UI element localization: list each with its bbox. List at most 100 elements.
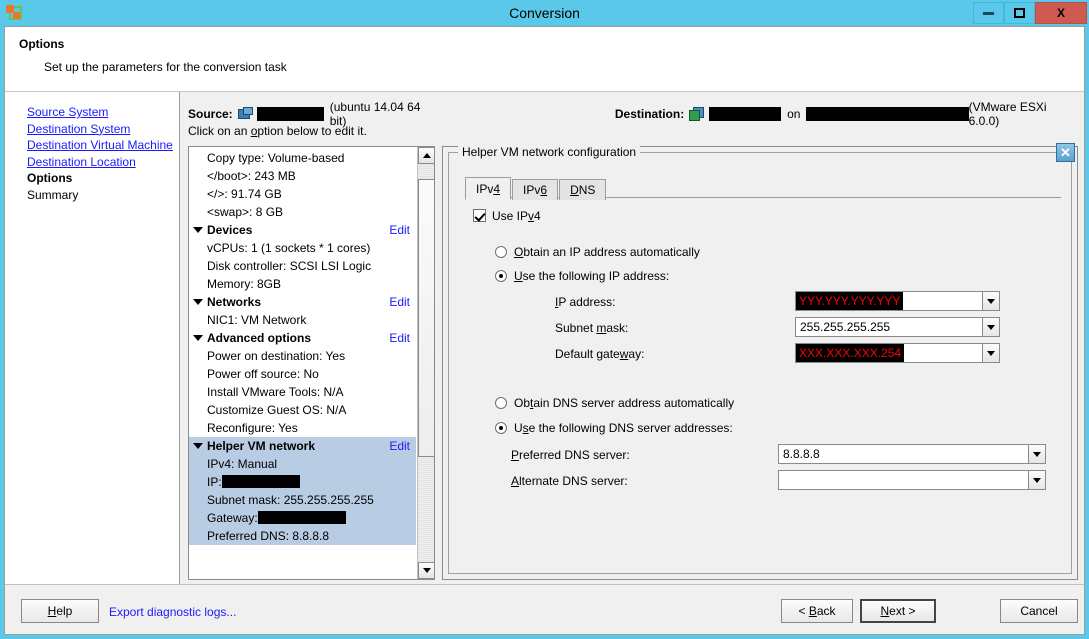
tree-leaf-row[interactable]: Subnet mask: 255.255.255.255 (189, 491, 416, 509)
minimize-button[interactable] (973, 2, 1004, 24)
cancel-button[interactable]: Cancel (1000, 599, 1078, 623)
triangle-expanded-icon[interactable] (193, 334, 203, 341)
tree-leaf-row[interactable]: NIC1: VM Network (189, 311, 416, 329)
tree-leaf-row[interactable]: IPv4: Manual (189, 455, 416, 473)
tree-group-row[interactable]: Helper VM network Edit (189, 437, 416, 455)
obtain-ip-auto-row[interactable]: Obtain an IP address automatically (495, 245, 700, 259)
preferred-dns-dropdown-arrow[interactable] (1028, 445, 1045, 463)
triangle-expanded-icon[interactable] (193, 298, 203, 305)
source-label: Source: (188, 107, 233, 121)
destination-name-redacted (708, 107, 782, 121)
sidebar-item-destination-virtual-machine[interactable]: Destination Virtual Machine (27, 137, 179, 154)
tree-leaf-row[interactable]: Preferred DNS: 8.8.8.8 (189, 527, 416, 545)
scroll-down-button[interactable] (418, 562, 434, 579)
subnet-mask-combo[interactable]: 255.255.255.255 (795, 317, 1000, 337)
edit-link[interactable]: Edit (389, 293, 410, 311)
tree-group-row[interactable]: Networks Edit (189, 293, 416, 311)
preferred-dns-combo[interactable]: 8.8.8.8 (778, 444, 1046, 464)
tree-row-label: Reconfigure: Yes (207, 421, 298, 435)
sidebar-item-destination-location[interactable]: Destination Location (27, 154, 179, 171)
scroll-up-button[interactable] (418, 147, 434, 164)
sidebar-item-destination-system[interactable]: Destination System (27, 121, 179, 138)
edit-hint: Click on an option below to edit it. (188, 124, 367, 138)
close-icon[interactable]: ✕ (1056, 143, 1075, 162)
tree-row-label: </>: 91.74 GB (207, 187, 282, 201)
tree-leaf-row[interactable]: IP: (189, 473, 416, 491)
tree-row-label: Power off source: No (207, 367, 319, 381)
tree-row-label: Customize Guest OS: N/A (207, 403, 347, 417)
tab-ipv6[interactable]: IPv6 (512, 179, 559, 200)
triangle-expanded-icon[interactable] (193, 226, 203, 233)
edit-link[interactable]: Edit (389, 221, 410, 239)
triangle-expanded-icon[interactable] (193, 442, 203, 449)
ip-address-combo[interactable]: YYY.YYY.YYY.YYY (795, 291, 1000, 311)
obtain-dns-auto-radio[interactable] (495, 397, 507, 409)
next-button[interactable]: Next > (860, 599, 936, 623)
obtain-dns-auto-row[interactable]: Obtain DNS server address automatically (495, 396, 734, 410)
alternate-dns-dropdown-arrow[interactable] (1028, 471, 1045, 489)
scrollbar-thumb[interactable] (418, 179, 434, 457)
obtain-ip-auto-radio[interactable] (495, 246, 507, 258)
tree-leaf-row[interactable]: Customize Guest OS: N/A (189, 401, 416, 419)
tab-dns[interactable]: DNS (559, 179, 607, 200)
footer-bar: Help Export diagnostic logs... < Back Ne… (5, 584, 1084, 634)
tree-row-label: Networks (207, 295, 262, 309)
options-tree-panel[interactable]: Copy type: Volume-based </boot>: 243 MB </… (188, 146, 435, 580)
options-tree-list: Copy type: Volume-based </boot>: 243 MB </… (189, 147, 416, 579)
back-button[interactable]: < Back (781, 599, 853, 623)
source-destination-bar: Source: (ubuntu 14.04 64 bit) Destinatio… (180, 92, 1084, 146)
default-gateway-dropdown-arrow[interactable] (982, 344, 999, 362)
use-ipv4-row[interactable]: Use IPv4 (473, 209, 541, 223)
use-ipv4-checkbox[interactable] (473, 209, 486, 222)
tab-ipv4[interactable]: IPv4 (465, 177, 512, 200)
sidebar-item-summary: Summary (27, 187, 79, 202)
use-following-ip-radio[interactable] (495, 270, 507, 282)
tree-group-row[interactable]: Advanced options Edit (189, 329, 416, 347)
tree-leaf-row[interactable]: </>: 91.74 GB (189, 185, 416, 203)
maximize-button[interactable] (1004, 2, 1035, 24)
use-following-ip-label: Use the following IP address: (514, 269, 670, 283)
sidebar-item-source-system[interactable]: Source System (27, 104, 179, 121)
close-button[interactable]: X (1035, 2, 1087, 24)
tree-row-label: Devices (207, 223, 253, 237)
use-following-dns-row[interactable]: Use the following DNS server addresses: (495, 421, 733, 435)
tree-leaf-row[interactable]: Copy type: Volume-based (189, 149, 416, 167)
chevron-down-icon (422, 568, 431, 573)
tree-row-label: Gateway: (207, 511, 258, 525)
tree-row-label: Preferred DNS: 8.8.8.8 (207, 529, 330, 543)
use-following-ip-row[interactable]: Use the following IP address: (495, 269, 669, 283)
subnet-mask-value: 255.255.255.255 (800, 320, 891, 334)
tree-leaf-row[interactable]: Memory: 8GB (189, 275, 416, 293)
tree-leaf-row[interactable]: Disk controller: SCSI LSI Logic (189, 257, 416, 275)
tree-row-label: Helper VM network (207, 439, 316, 453)
tree-row-label: Memory: 8GB (207, 277, 282, 291)
use-ipv4-label: Use IPv4 (492, 209, 541, 223)
ip-address-label: IP address: (555, 295, 616, 309)
tree-leaf-row[interactable]: Install VMware Tools: N/A (189, 383, 416, 401)
ip-address-value: YYY.YYY.YYY.YYY (796, 292, 904, 310)
minimize-icon (983, 11, 994, 15)
use-following-dns-radio[interactable] (495, 422, 507, 434)
tree-row-label: IP: (207, 475, 222, 489)
tree-leaf-row[interactable]: Reconfigure: Yes (189, 419, 416, 437)
help-button[interactable]: Help (21, 599, 99, 623)
tree-leaf-row[interactable]: <swap>: 8 GB (189, 203, 416, 221)
options-tree-scrollbar[interactable] (417, 147, 434, 579)
default-gateway-combo[interactable]: XXX.XXX.XXX.254 (795, 343, 1000, 363)
tree-row-label: Power on destination: Yes (207, 349, 346, 363)
edit-link[interactable]: Edit (389, 437, 410, 455)
alternate-dns-combo[interactable] (778, 470, 1046, 490)
client-area: Options Set up the parameters for the co… (4, 26, 1085, 635)
export-diagnostic-logs-link[interactable]: Export diagnostic logs... (109, 605, 236, 619)
default-gateway-label: Default gateway: (555, 347, 645, 361)
edit-link[interactable]: Edit (389, 329, 410, 347)
tree-leaf-row[interactable]: Power off source: No (189, 365, 416, 383)
tree-group-row[interactable]: Devices Edit (189, 221, 416, 239)
tree-leaf-row[interactable]: Gateway: (189, 509, 416, 527)
tree-leaf-row[interactable]: vCPUs: 1 (1 sockets * 1 cores) (189, 239, 416, 257)
ip-address-dropdown-arrow[interactable] (982, 292, 999, 310)
subnet-mask-dropdown-arrow[interactable] (982, 318, 999, 336)
tree-leaf-row[interactable]: </boot>: 243 MB (189, 167, 416, 185)
default-gateway-value: XXX.XXX.XXX.254 (796, 344, 905, 362)
tree-leaf-row[interactable]: Power on destination: Yes (189, 347, 416, 365)
